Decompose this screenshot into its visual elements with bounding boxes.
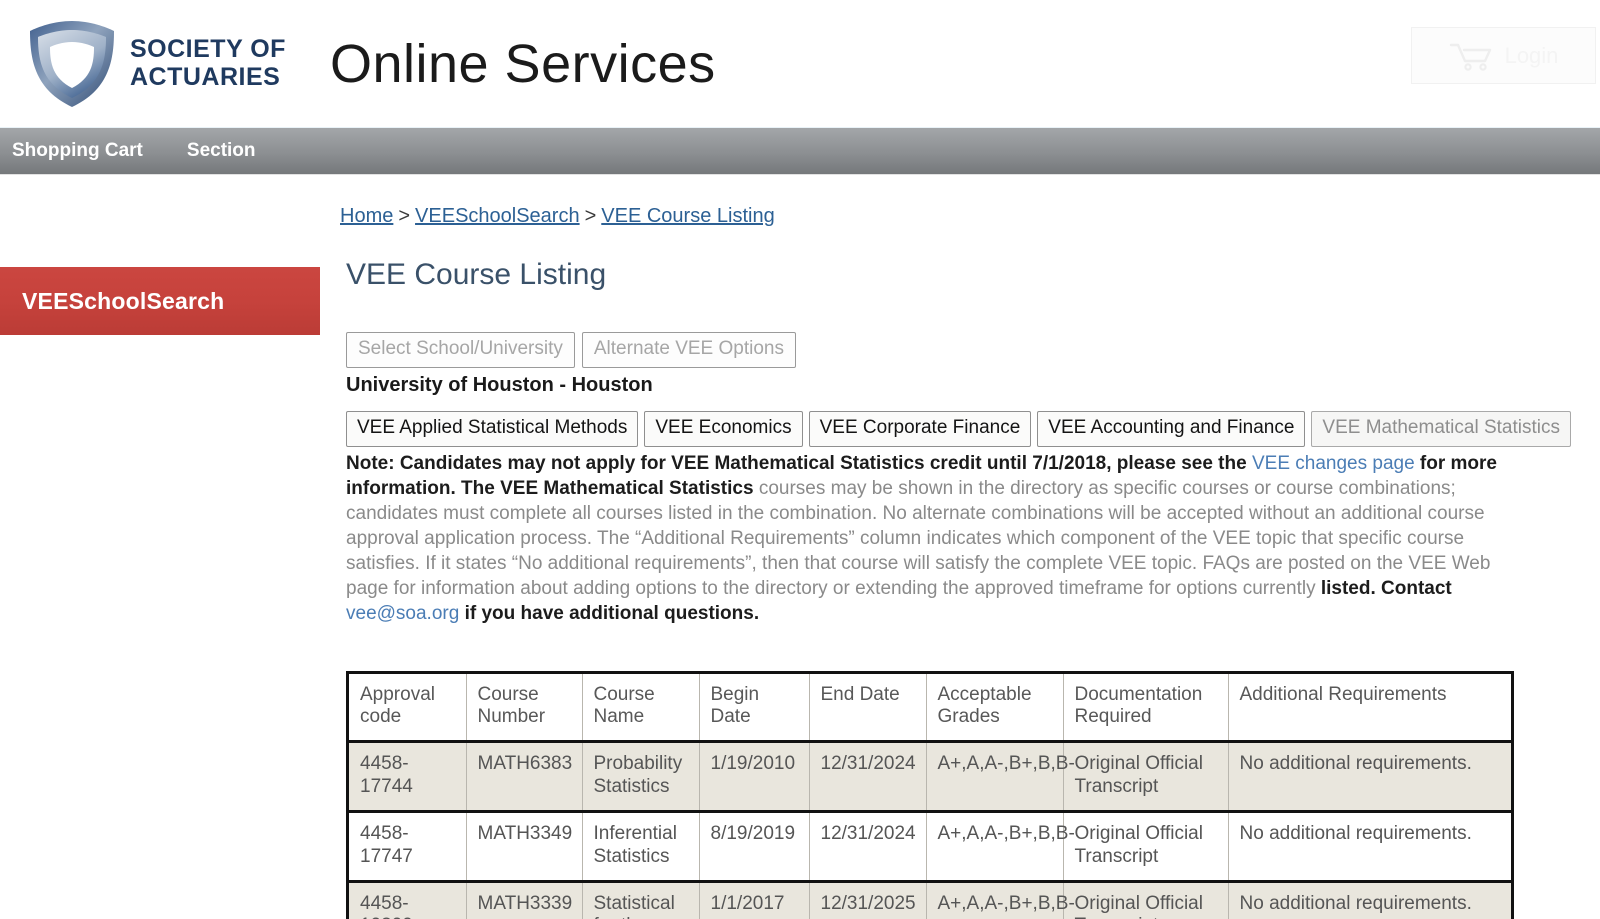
cell-acceptable-grades: A+,A,A-,B+,B,B- [926,881,1075,919]
brand-logo[interactable]: SOCIETY OF ACTUARIES [24,18,286,110]
selected-school-name: University of Houston - Houston [346,374,653,396]
main-navbar: Shopping Cart Section [0,127,1600,175]
action-button-row: Select School/University Alternate VEE O… [346,332,1586,368]
vee-changes-page-link[interactable]: VEE changes page [1252,453,1415,474]
column-header-end-date: End Date [809,673,927,742]
masthead: SOCIETY OF ACTUARIES Online Services Log… [0,0,1600,127]
cell-course-name: Statistical for the Sciences [582,881,700,919]
breadcrumb: Home > VEESchoolSearch > VEE Course Listing [340,205,775,228]
cell-acceptable-grades: A+,A,A-,B+,B,B- [926,741,1075,812]
column-header-additional-requirements: Additional Requirements [1239,683,1447,705]
alternate-vee-options-button[interactable]: Alternate VEE Options [581,332,796,368]
note-bold-1: Note: Candidates may not apply for VEE M… [346,453,1252,474]
cell-course-number: MATH3339 [466,881,583,919]
cell-documentation-required: Original Official Transcript [1063,811,1229,882]
column-header-begin-date: Begin Date [699,673,810,742]
login-button[interactable]: Login [1411,27,1596,84]
table-body: 4458-17744 MATH6383 Probability Statisti… [349,741,1511,919]
vee-topic-tabs: VEE Applied Statistical Methods VEE Econ… [346,411,1586,447]
breadcrumb-item-home[interactable]: Home [340,205,393,227]
cell-additional-requirements: No additional requirements. [1239,753,1472,775]
cell-begin-date: 8/19/2019 [699,811,810,882]
breadcrumb-separator: > [398,205,411,227]
page-title: VEE Course Listing [346,258,607,291]
cell-course-number: MATH6383 [466,741,583,812]
vee-course-table: Approval code Course Number Course Name … [349,673,1511,919]
sidebar-item-label: VEESchoolSearch [22,287,225,314]
table-row[interactable]: 4458-17744 MATH6383 Probability Statisti… [349,741,1511,812]
note-bold-3: listed. Contact [1320,578,1452,600]
login-label: Login [1504,42,1559,68]
cell-documentation-required: Original Official Transcript [1063,741,1229,812]
tab-vee-corporate-finance[interactable]: VEE Corporate Finance [808,411,1032,447]
table-head: Approval code Course Number Course Name … [349,673,1511,742]
breadcrumb-item-vee-course-listing[interactable]: VEE Course Listing [601,205,774,227]
vee-email-link[interactable]: vee@soa.org [346,603,459,624]
column-header-acceptable-grades: Acceptable Grades [926,673,1064,742]
cell-begin-date: 1/1/2017 [699,881,810,919]
breadcrumb-separator: > [584,205,597,227]
table-row[interactable]: 4458-19399 MATH3339 Statistical for the … [349,881,1511,919]
cell-course-name: Inferential Statistics [582,811,700,882]
cell-approval-code: 4458-17747 [349,811,467,882]
nav-item-shopping-cart[interactable]: Shopping Cart [12,140,143,162]
sidebar-item-veeschoolsearch[interactable]: VEESchoolSearch [0,267,320,335]
cell-end-date: 12/31/2024 [809,741,927,812]
tab-vee-economics[interactable]: VEE Economics [644,411,803,447]
column-header-course-number: Course Number [466,673,583,742]
cell-additional-requirements: No additional requirements. [1239,892,1472,914]
select-school-university-button[interactable]: Select School/University [346,332,575,368]
cell-acceptable-grades: A+,A,A-,B+,B,B- [926,811,1075,882]
table-header-row: Approval code Course Number Course Name … [349,673,1511,742]
column-header-course-name: Course Name [582,673,700,742]
cell-course-number: MATH3349 [466,811,583,882]
cell-end-date: 12/31/2024 [809,811,927,882]
cell-approval-code: 4458-19399 [349,881,467,919]
brand-line-2: ACTUARIES [130,63,281,91]
page-root: SOCIETY OF ACTUARIES Online Services Log… [0,0,1600,919]
main-content: VEE Course Listing Select School/Univers… [346,258,1586,919]
brand-wordmark: SOCIETY OF ACTUARIES [130,37,286,90]
cell-approval-code: 4458-17744 [349,741,467,812]
tab-vee-applied-statistical-methods[interactable]: VEE Applied Statistical Methods [346,411,639,447]
cell-end-date: 12/31/2025 [809,881,927,919]
cell-documentation-required: Original Official Transcript [1063,881,1229,919]
note-bold-4: if you have additional questions. [459,603,760,625]
breadcrumb-item-veeschoolsearch[interactable]: VEESchoolSearch [415,205,580,227]
brand-line-1: SOCIETY OF [130,35,286,63]
soa-shield-logo [30,20,114,107]
column-header-documentation-required: Documentation Required [1063,673,1229,742]
tab-vee-accounting-and-finance[interactable]: VEE Accounting and Finance [1037,411,1306,447]
cell-course-name: Probability Statistics [582,741,700,812]
shopping-cart-icon [1449,43,1491,71]
cell-additional-requirements: No additional requirements. [1239,823,1472,845]
nav-item-section[interactable]: Section [187,140,256,162]
vee-note-text: Note: Candidates may not apply for VEE M… [346,451,1531,627]
column-header-approval-code: Approval code [349,673,467,742]
table-row[interactable]: 4458-17747 MATH3349 Inferential Statisti… [349,811,1511,882]
app-title: Online Services [329,33,716,94]
cell-begin-date: 1/19/2010 [699,741,810,812]
tab-vee-mathematical-statistics[interactable]: VEE Mathematical Statistics [1311,411,1571,447]
vee-course-table-container: Approval code Course Number Course Name … [346,670,1514,919]
